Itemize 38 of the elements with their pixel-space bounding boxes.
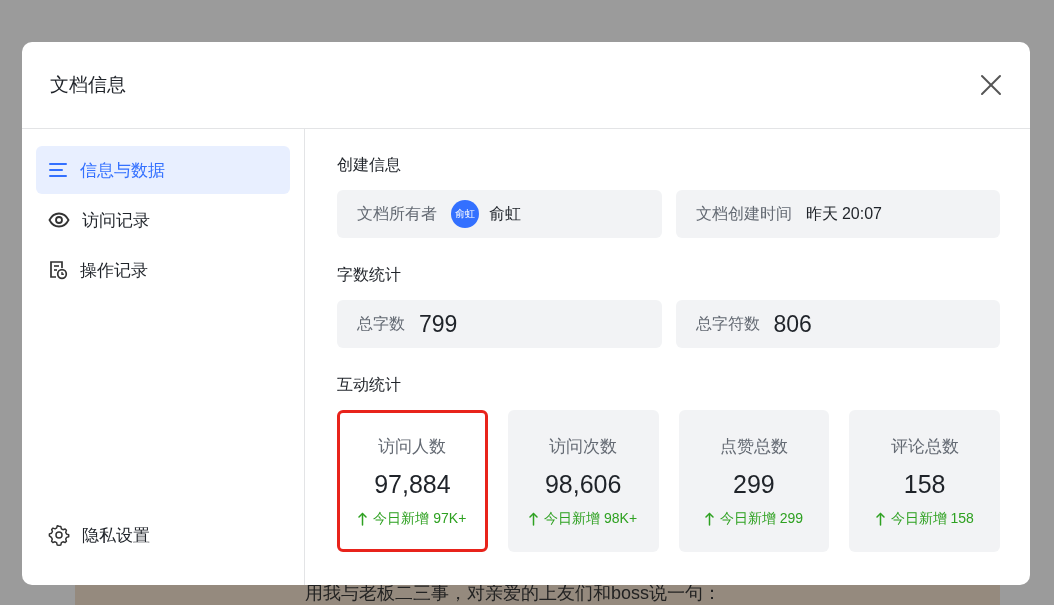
field-label: 文档所有者 — [357, 203, 437, 224]
field-value: 799 — [419, 310, 458, 338]
stat-label: 点赞总数 — [719, 435, 788, 458]
document-clock-icon — [48, 260, 68, 280]
arrow-up-icon — [358, 511, 368, 526]
field-value: 昨天 20:07 — [805, 203, 882, 224]
field-label: 总字符数 — [695, 313, 760, 334]
list-icon — [48, 162, 68, 178]
stat-label: 访问人数 — [378, 435, 447, 458]
avatar: 俞虹 — [451, 200, 479, 228]
section-title: 创建信息 — [337, 155, 402, 175]
stat-label: 评论总数 — [890, 435, 959, 458]
stat-value: 299 — [733, 469, 775, 499]
eye-icon — [48, 212, 70, 228]
arrow-up-icon — [704, 511, 714, 526]
sidebar-item[interactable]: 信息与数据 — [36, 146, 290, 194]
section-title: 字数统计 — [337, 265, 402, 285]
stat-delta: 今日新增 158 — [890, 509, 974, 528]
sidebar-item[interactable]: 操作记录 — [36, 246, 290, 294]
arrow-up-icon — [875, 511, 885, 526]
settings-icon — [48, 524, 70, 546]
dialog-title: 文档信息 — [50, 73, 126, 97]
stat-value: 97,884 — [374, 469, 451, 499]
field-value: 俞虹 — [489, 203, 521, 224]
stat-value: 98,606 — [544, 469, 622, 499]
sidebar-item[interactable]: 访问记录 — [36, 196, 290, 244]
field-label: 文档创建时间 — [695, 203, 792, 224]
close-button[interactable] — [978, 72, 1004, 98]
arrow-up-icon — [529, 511, 539, 526]
stat-label: 访问次数 — [549, 435, 618, 458]
section-title: 互动统计 — [337, 375, 402, 395]
privacy-settings-item[interactable]: 隐私设置 — [36, 511, 290, 559]
stat-delta: 今日新增 97K+ — [373, 509, 467, 528]
field-value: 806 — [773, 310, 812, 338]
stat-delta: 今日新增 299 — [719, 509, 803, 528]
stat-value: 158 — [903, 469, 946, 499]
stat-delta: 今日新增 98K+ — [544, 509, 638, 528]
field-label: 总字数 — [357, 313, 405, 334]
